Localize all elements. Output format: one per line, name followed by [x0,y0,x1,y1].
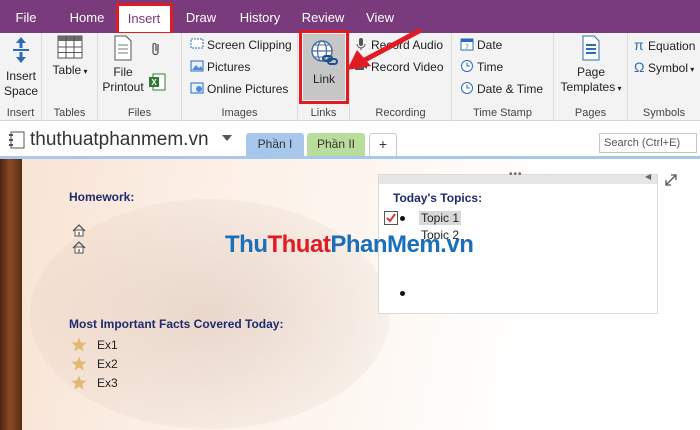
homework-heading[interactable]: Homework: [69,190,134,204]
tab-review[interactable]: Review [298,6,348,30]
notebook-dropdown-icon[interactable] [222,135,232,141]
section-tab-phan-2[interactable]: Phần II [307,133,365,156]
group-label-links: Links [310,107,337,119]
red-arrow-icon [347,28,422,70]
star-icon [71,356,87,371]
insert-tab-highlight [116,3,173,35]
group-tables: Table ▾ Tables [42,33,98,121]
pictures-button[interactable]: Pictures [190,57,250,77]
notebook-name[interactable]: thuthuatphanmem.vn [30,129,209,151]
group-label-insert: Insert [6,107,35,119]
section-tab-phan-1[interactable]: Phần I [246,133,304,156]
omega-icon: Ω [634,59,645,75]
date-time-icon [461,82,473,94]
group-label-tables: Tables [53,107,86,119]
tab-draw[interactable]: Draw [180,6,222,30]
facts-heading[interactable]: Most Important Facts Covered Today: [69,317,283,331]
time-button[interactable]: Time [460,57,503,77]
drag-handle-icon: ••• [509,169,523,180]
screen-clipping-icon [190,38,204,49]
collapse-arrow-icon: ◀ [645,172,652,181]
topic-item[interactable]: Topic 1 [419,211,462,225]
attach-file-icon[interactable] [150,41,162,57]
spreadsheet-icon[interactable]: X [148,73,166,91]
checkbox-checked-icon[interactable] [384,211,398,225]
clock-icon [461,60,473,72]
fact-item[interactable]: Ex3 [97,376,118,390]
online-pictures-button[interactable]: Online Pictures [190,79,288,99]
fact-item[interactable]: Ex2 [97,357,118,371]
equation-button[interactable]: π Equation [634,35,695,56]
bullet-icon [400,291,405,296]
tab-home[interactable]: Home [63,6,111,30]
date-time-button[interactable]: Date & Time [460,79,543,99]
watermark-logo: ThuThuatPhanMem.vn [225,231,474,258]
group-label-images: Images [221,107,258,119]
home-icon [72,241,86,254]
group-files: File Printout X Files [98,33,182,121]
background-wood-strip [0,159,22,430]
pictures-icon [190,60,204,72]
add-section-button[interactable]: + [369,133,397,156]
tab-file[interactable]: File [6,6,46,30]
table-icon [57,35,83,59]
container-drag-bar[interactable]: ••• ◀ [379,169,657,184]
group-label-symbols: Symbols [642,107,686,119]
expand-page-icon[interactable] [664,173,678,187]
group-pages: Page Templates ▾ Pages [554,33,628,121]
home-icon [72,224,86,237]
topics-heading[interactable]: Today's Topics: [393,191,482,205]
table-button[interactable]: Table ▾ [48,35,92,79]
file-printout-button[interactable]: File Printout [100,35,146,95]
symbol-button[interactable]: Ω Symbol ▾ [634,57,694,80]
calendar-icon: 7 [460,38,474,51]
bullet-icon [400,216,405,221]
group-symbols: π Equation Ω Symbol ▾ Symbols [628,33,700,121]
notebook-bar: thuthuatphanmem.vn Phần I Phần II + Sear… [0,121,700,157]
link-button-highlight [299,30,349,104]
date-button[interactable]: 7 Date [460,35,502,55]
page-templates-button[interactable]: Page Templates ▾ [556,35,626,96]
fact-item[interactable]: Ex1 [97,338,118,352]
group-label-recording: Recording [375,107,426,119]
group-label-files: Files [127,107,152,119]
group-timestamp: 7 Date Time Date & Time Time Stamp [452,33,554,121]
file-printout-icon [114,35,132,61]
group-label-pages: Pages [574,107,607,119]
svg-text:X: X [151,78,157,87]
insert-space-button[interactable]: Insert Space [0,35,42,99]
star-icon [71,375,87,390]
online-pictures-icon [190,82,204,94]
group-label-timestamp: Time Stamp [473,107,532,119]
tab-history[interactable]: History [234,6,286,30]
notebook-icon[interactable] [8,131,26,149]
star-icon [71,337,87,352]
page-canvas[interactable]: Homework: Most Important Facts Covered T… [0,159,700,430]
search-input[interactable]: Search (Ctrl+E) [599,133,697,153]
pi-icon: π [634,37,644,53]
page-templates-icon [582,35,600,61]
group-images: Screen Clipping Pictures Online Pictures… [182,33,298,121]
screen-clipping-button[interactable]: Screen Clipping [190,35,292,55]
group-insert: Insert Space Insert [0,33,42,121]
insert-space-icon [13,37,29,63]
